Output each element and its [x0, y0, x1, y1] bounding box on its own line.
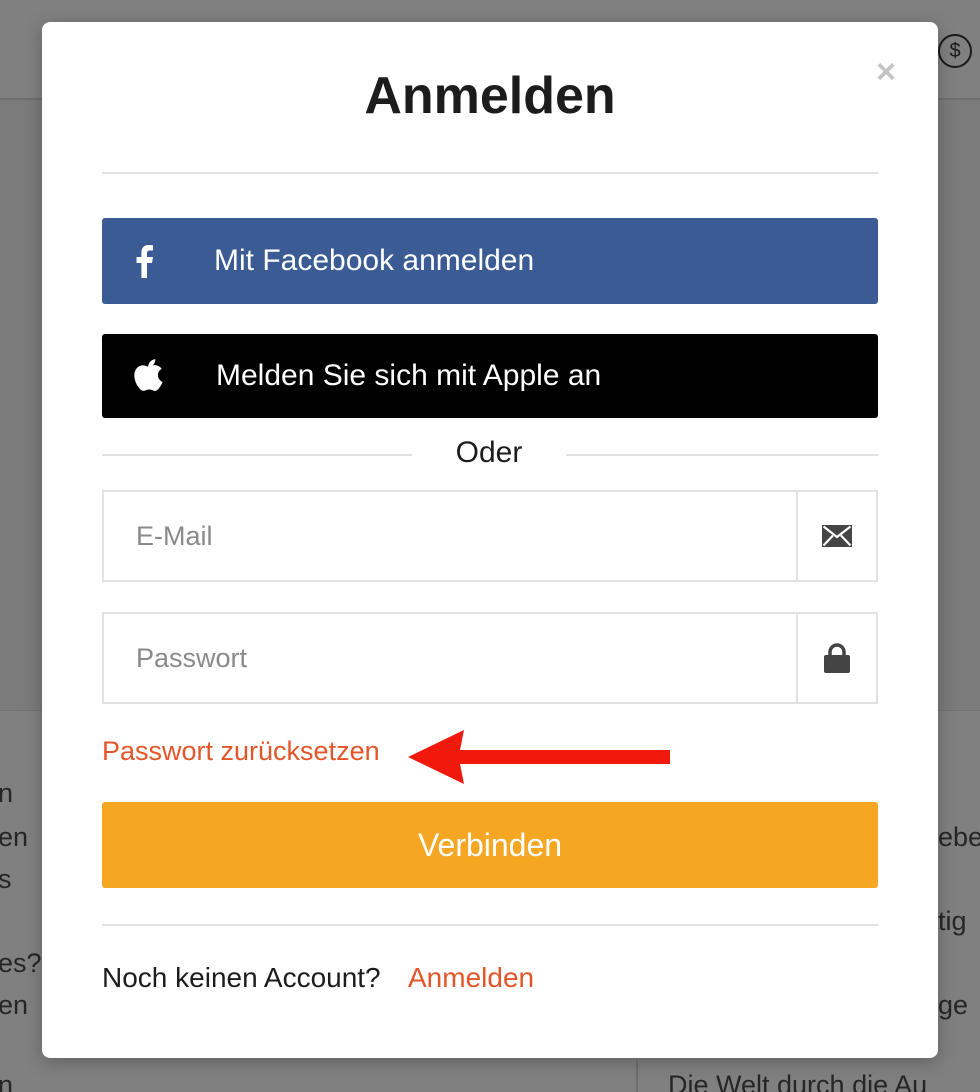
facebook-login-button[interactable]: Mit Facebook anmelden [102, 218, 878, 304]
email-field[interactable] [104, 492, 800, 580]
register-link[interactable]: Anmelden [408, 962, 534, 994]
apple-icon [134, 334, 164, 418]
password-field-group [102, 612, 878, 704]
envelope-icon [796, 492, 876, 580]
facebook-login-label: Mit Facebook anmelden [214, 244, 535, 277]
background-text: ge [938, 990, 969, 1020]
connect-button[interactable]: Verbinden [102, 802, 878, 888]
background-text: n [0, 778, 14, 808]
background-text: tig [938, 906, 967, 936]
background-text: s [0, 864, 12, 894]
or-divider-right [566, 454, 878, 456]
apple-login-button[interactable]: Melden Sie sich mit Apple an [102, 334, 878, 418]
email-field-group [102, 490, 878, 582]
or-divider-left [102, 454, 412, 456]
background-text: n [0, 1070, 14, 1092]
no-account-text: Noch keinen Account? [102, 962, 381, 993]
or-divider-text: Oder [455, 436, 523, 469]
background-divider [636, 1060, 638, 1092]
lock-icon [796, 614, 876, 702]
background-text: Die Welt durch die Au [668, 1070, 928, 1092]
title-divider [102, 172, 878, 174]
facebook-icon [134, 218, 154, 304]
modal-title: Anmelden [364, 67, 616, 125]
reset-password-link[interactable]: Passwort zurücksetzen [102, 736, 380, 767]
background-text: en [0, 990, 29, 1020]
red-arrow-icon [408, 730, 670, 784]
background-text: en [0, 822, 29, 852]
dollar-circle-icon: $ [938, 34, 972, 68]
background-text: ebe [938, 822, 980, 852]
password-field[interactable] [104, 614, 800, 702]
footer-divider [102, 924, 878, 926]
apple-login-label: Melden Sie sich mit Apple an [216, 359, 602, 392]
background-text: es? [0, 948, 42, 978]
